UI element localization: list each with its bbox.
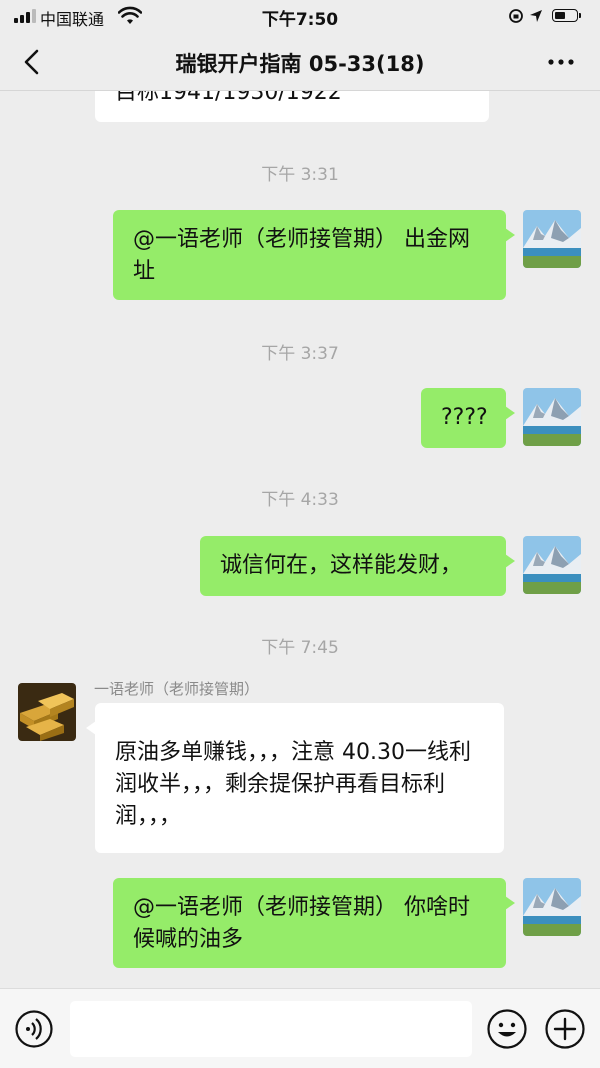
message-input[interactable] bbox=[70, 1001, 472, 1057]
message-text: ???? bbox=[441, 405, 488, 430]
message-text: @一语老师（老师接管期） 出金网址 bbox=[133, 227, 470, 284]
avatar[interactable] bbox=[523, 210, 581, 268]
voice-icon[interactable] bbox=[14, 1009, 54, 1049]
message-bubble[interactable]: 原油多单赚钱，，，注意 40.30一线利润收半，，，剩余提保护再看目标利润，，， bbox=[86, 703, 504, 853]
message-text: 原油多单赚钱，，，注意 40.30一线利润收半，，，剩余提保护再看目标利润，，， bbox=[115, 740, 471, 829]
sender-name: 一语老师（老师接管期） bbox=[94, 680, 260, 698]
message-text: 目标1941/1930/1922 bbox=[115, 90, 342, 105]
message-bubble[interactable]: @一语老师（老师接管期） 你啥时候喊的油多 bbox=[113, 878, 515, 968]
status-bar: 中国联通 下午7:50 bbox=[0, 0, 600, 34]
timestamp: 下午 4:33 bbox=[261, 490, 339, 510]
message-bubble[interactable]: 目标1941/1930/1922 bbox=[95, 90, 489, 122]
chat-header: 瑞银开户指南 05-33(18) bbox=[0, 34, 600, 91]
timestamp: 下午 3:31 bbox=[261, 165, 339, 185]
emoji-icon[interactable] bbox=[486, 1008, 528, 1050]
orientation-lock-icon bbox=[509, 9, 523, 23]
message-list[interactable]: 目标1941/1930/1922 下午 3:31 @一语老师（老师接管期） 出金… bbox=[0, 90, 600, 988]
timestamp: 下午 3:37 bbox=[261, 344, 339, 364]
mountain-lake-avatar-icon bbox=[523, 536, 581, 594]
mountain-lake-avatar-icon bbox=[523, 388, 581, 446]
avatar[interactable] bbox=[18, 683, 76, 741]
message-text: 诚信何在，这样能发财， bbox=[220, 553, 463, 578]
mountain-lake-avatar-icon bbox=[523, 210, 581, 268]
message-bubble[interactable]: ???? bbox=[421, 388, 515, 448]
mountain-lake-avatar-icon bbox=[523, 878, 581, 936]
battery-icon bbox=[552, 9, 581, 22]
avatar[interactable] bbox=[523, 536, 581, 594]
avatar[interactable] bbox=[523, 878, 581, 936]
timestamp: 下午 7:45 bbox=[261, 638, 339, 658]
avatar[interactable] bbox=[523, 388, 581, 446]
message-text: @一语老师（老师接管期） 你啥时候喊的油多 bbox=[133, 895, 470, 952]
plus-icon[interactable] bbox=[544, 1008, 586, 1050]
location-icon bbox=[530, 10, 542, 22]
more-dots-icon[interactable] bbox=[546, 50, 576, 74]
chat-title: 瑞银开户指南 05-33(18) bbox=[175, 52, 425, 76]
input-bar bbox=[0, 988, 600, 1068]
message-bubble[interactable]: 诚信何在，这样能发财， bbox=[200, 536, 515, 596]
gold-bars-avatar-icon bbox=[18, 683, 76, 741]
message-bubble[interactable]: @一语老师（老师接管期） 出金网址 bbox=[113, 210, 515, 300]
